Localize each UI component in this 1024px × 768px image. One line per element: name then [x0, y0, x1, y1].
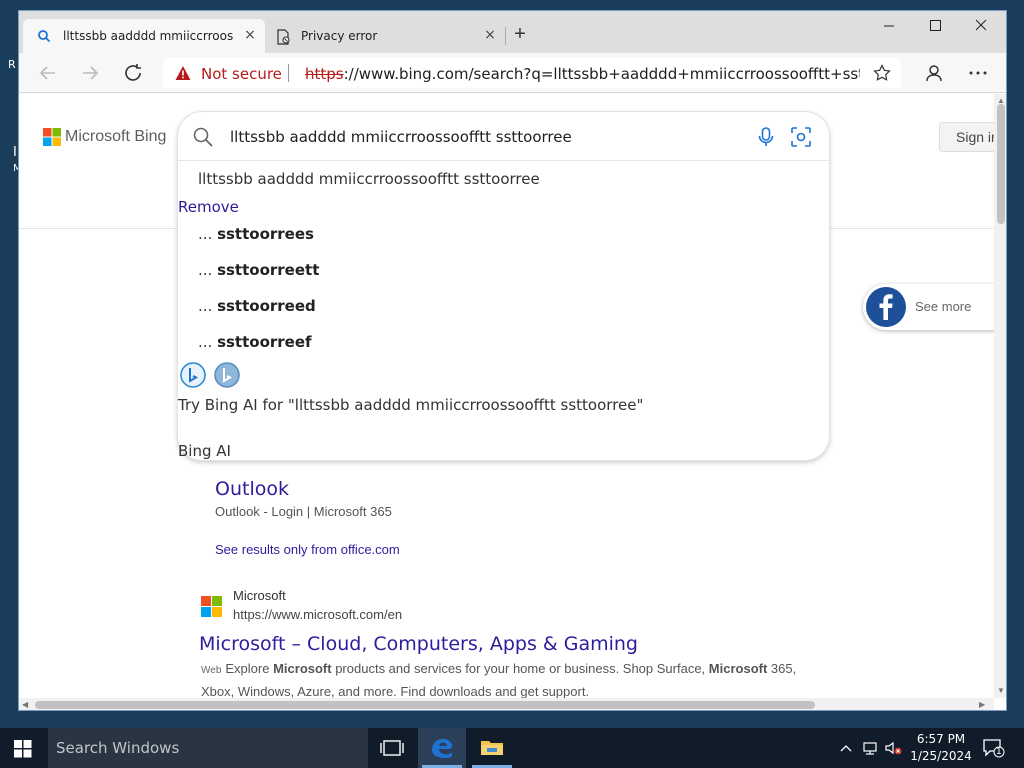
search-suggestion-dropdown: llttssbb aadddd mmiiccrroossoofftt sstto…	[178, 112, 829, 460]
desc-text: products and services for your home or b…	[331, 661, 709, 676]
back-button[interactable]	[35, 61, 61, 85]
suggestion-item[interactable]: ... ssttoorreed	[198, 297, 316, 315]
more-menu-icon[interactable]	[965, 61, 991, 85]
warning-icon[interactable]	[175, 65, 191, 81]
see-more-card[interactable]: See more	[863, 284, 994, 330]
notification-count-badge: 1	[996, 747, 1002, 757]
bing-logo-text[interactable]: Microsoft Bing	[65, 128, 166, 146]
see-more-label: See more	[915, 299, 972, 314]
network-icon[interactable]	[862, 740, 880, 756]
scroll-down-icon[interactable]: ▼	[997, 686, 1005, 695]
clock-date[interactable]: 1/25/2024	[906, 749, 976, 763]
try-bing-ai-link[interactable]: Try Bing AI for "llttssbb aadddd mmiiccr…	[178, 396, 643, 414]
result-description: Web Explore Microsoft products and servic…	[201, 658, 811, 698]
not-secure-label[interactable]: Not secure	[201, 65, 282, 83]
bing-ai-label: Bing AI	[178, 442, 231, 460]
scroll-right-icon[interactable]: ▶	[979, 700, 985, 709]
tab-bing-search[interactable]: llttssbb aadddd mmiiccrroossoofftt sstto…	[23, 19, 265, 53]
taskbar: Search Windows 6:57 PM 1/25/2024 1	[0, 728, 1024, 768]
microsoft-logo-icon[interactable]	[43, 128, 61, 146]
suggestion-bold: ssttoorreett	[217, 261, 320, 279]
taskbar-search-placeholder: Search Windows	[56, 739, 180, 757]
suggestion-bold: ssttoorrees	[217, 225, 314, 243]
microphone-icon[interactable]	[756, 126, 776, 148]
desc-text: Explore	[225, 661, 274, 676]
search-icon[interactable]	[192, 126, 214, 148]
see-results-only-link[interactable]: See results only from office.com	[215, 542, 400, 557]
scroll-left-icon[interactable]: ◀	[22, 700, 28, 709]
close-window-button[interactable]	[958, 11, 1004, 41]
result-title-link[interactable]: Microsoft – Cloud, Computers, Apps & Gam…	[199, 633, 638, 655]
scrollbar-thumb[interactable]	[35, 701, 815, 709]
suggestion-bold: ssttoorreef	[217, 333, 312, 351]
suggestion-prefix: ...	[198, 333, 218, 351]
scrollbar-thumb[interactable]	[997, 104, 1005, 224]
suggestion-prefix: ...	[198, 261, 218, 279]
address-bar[interactable]: Not secure https://www.bing.com/search?q…	[163, 58, 901, 88]
url-rest: ://www.bing.com/search?q=llttssbb+aadddd…	[343, 65, 860, 83]
title-bar: llttssbb aadddd mmiiccrroossoofftt sstto…	[19, 11, 1006, 53]
search-box-divider	[178, 160, 829, 161]
minimize-button[interactable]	[866, 11, 912, 41]
notification-center-icon[interactable]	[982, 738, 1006, 758]
bing-chat-icon[interactable]	[214, 362, 240, 388]
close-tab-icon[interactable]: ×	[483, 28, 497, 42]
sign-in-button[interactable]: Sign in	[939, 122, 994, 152]
tab-title: llttssbb aadddd mmiiccrroossoofftt sstto…	[63, 29, 233, 43]
horizontal-scrollbar[interactable]: ◀ ▶	[19, 698, 994, 710]
browser-window: llttssbb aadddd mmiiccrroossoofftt sstto…	[18, 10, 1007, 711]
suggestion-item[interactable]: ... ssttoorrees	[198, 225, 314, 243]
bing-chat-icon[interactable]	[180, 362, 206, 388]
tab-privacy-error[interactable]: Privacy error ×	[269, 19, 505, 53]
desc-bold: Microsoft	[708, 661, 768, 676]
suggestion-prefix: ...	[198, 297, 218, 315]
remove-history-link[interactable]: Remove	[178, 198, 239, 216]
search-favicon-icon	[37, 29, 51, 43]
facebook-icon	[866, 287, 906, 327]
visual-search-icon[interactable]	[790, 126, 812, 148]
browser-toolbar: Not secure https://www.bing.com/search?q…	[19, 53, 1006, 93]
file-explorer-icon[interactable]	[468, 728, 516, 768]
volume-muted-icon[interactable]	[884, 740, 904, 756]
result-site-name[interactable]: Microsoft	[233, 588, 286, 603]
tab-title: Privacy error	[301, 29, 378, 43]
close-tab-icon[interactable]: ×	[243, 28, 257, 42]
result-title-link[interactable]: Outlook	[215, 478, 289, 500]
suggestion-item[interactable]: ... ssttoorreett	[198, 261, 319, 279]
task-view-icon[interactable]	[368, 728, 416, 768]
desktop-text-fragment: R	[8, 58, 16, 71]
vertical-scrollbar[interactable]: ▲ ▼	[994, 94, 1006, 698]
maximize-button[interactable]	[912, 11, 958, 41]
profile-button[interactable]	[921, 61, 947, 85]
page-content: Microsoft Bing Sign in See more Outlook …	[19, 94, 994, 698]
search-input[interactable]: llttssbb aadddd mmiiccrroossoofftt sstto…	[230, 128, 572, 146]
result-subtitle: Outlook - Login | Microsoft 365	[215, 504, 392, 519]
url-text[interactable]: https://www.bing.com/search?q=llttssbb+a…	[305, 65, 860, 83]
suggestion-item[interactable]: ... ssttoorreef	[198, 333, 312, 351]
forward-button[interactable]	[77, 61, 103, 85]
suggestion-history-item[interactable]: llttssbb aadddd mmiiccrroossoofftt sstto…	[198, 170, 540, 188]
edge-taskbar-icon[interactable]	[418, 728, 466, 768]
page-error-icon	[275, 29, 290, 45]
url-scheme: https	[305, 65, 344, 83]
web-tag: Web	[201, 665, 222, 676]
chevron-up-icon[interactable]	[838, 740, 854, 756]
microsoft-favicon-icon	[201, 596, 223, 618]
desc-bold: Microsoft	[273, 661, 332, 676]
refresh-button[interactable]	[121, 61, 147, 85]
clock-time[interactable]: 6:57 PM	[906, 732, 976, 746]
windows-start-icon[interactable]	[14, 740, 32, 758]
suggestion-prefix: ...	[198, 225, 218, 243]
desktop-text-fragment: I	[13, 145, 17, 160]
result-url[interactable]: https://www.microsoft.com/en	[233, 607, 402, 622]
suggestion-bold: ssttoorreed	[217, 297, 316, 315]
favorite-star-icon[interactable]	[873, 64, 891, 82]
address-divider	[288, 64, 289, 82]
new-tab-button[interactable]: +	[509, 24, 531, 46]
taskbar-search-box[interactable]: Search Windows	[48, 728, 368, 768]
tab-separator	[505, 27, 506, 45]
